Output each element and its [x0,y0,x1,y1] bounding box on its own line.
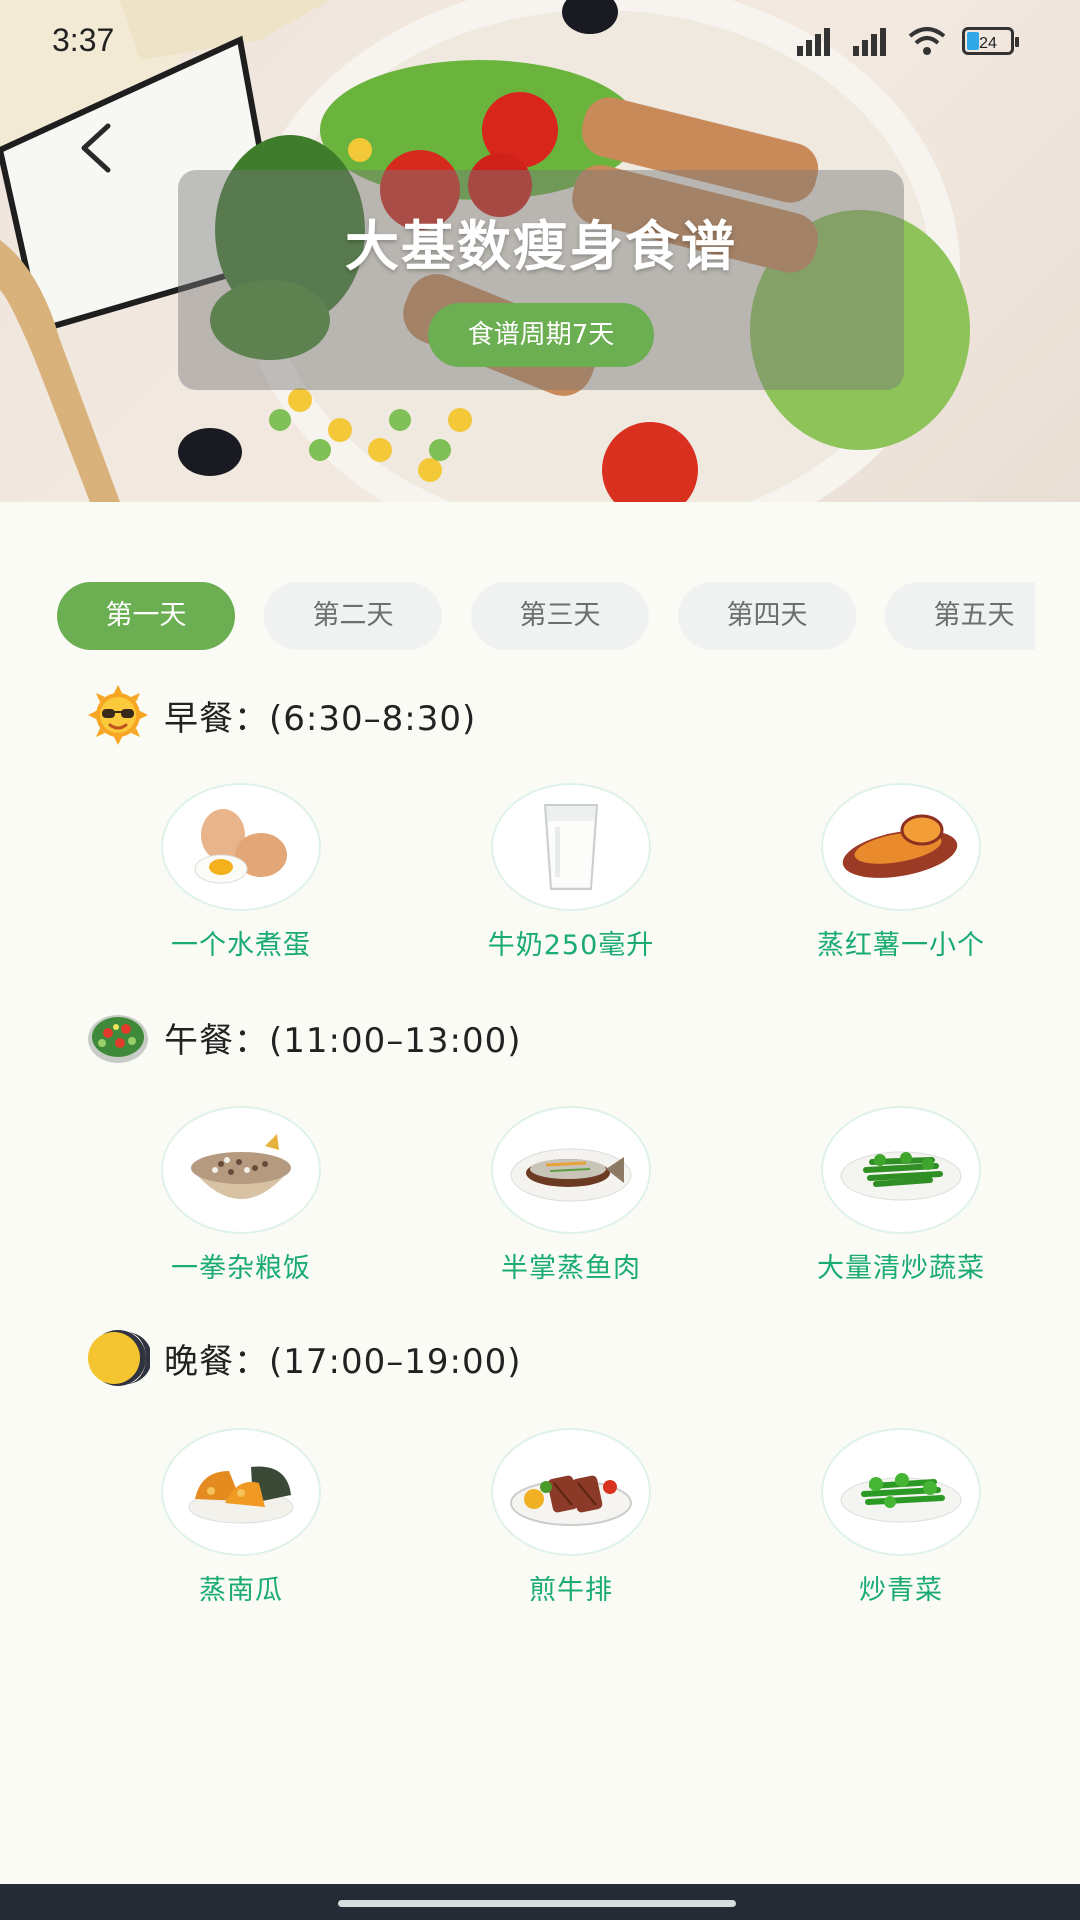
food-label: 蒸南瓜 [199,1575,283,1606]
battery-level: 24 [979,35,997,52]
wifi-icon [908,27,946,55]
back-arrow-icon[interactable] [70,120,126,176]
food-label: 一个水煮蛋 [171,930,311,961]
food-item[interactable]: 牛奶250毫升 [441,783,701,962]
food-image [161,1428,321,1556]
food-label: 蒸红薯一小个 [817,930,985,961]
food-label: 半掌蒸鱼肉 [501,1253,641,1284]
page-title: 大基数瘦身食谱 [345,215,737,278]
moon-icon [88,1330,150,1386]
tab-day-5[interactable]: 第五天 [885,582,1035,650]
food-label: 煎牛排 [529,1575,613,1606]
tab-day-1[interactable]: 第一天 [57,582,235,650]
food-item[interactable]: 炒青菜 [771,1428,1031,1607]
meal-header-lunch: 午餐：(11:00–13:00) [86,1005,522,1069]
steamed-fish-icon [510,1148,632,1202]
food-item[interactable]: 煎牛排 [441,1428,701,1607]
food-image [161,783,321,911]
meal-title-lunch: 午餐：(11:00–13:00) [164,1020,522,1061]
steamed-pumpkin-icon [188,1466,294,1524]
home-indicator[interactable] [338,1900,736,1907]
meal-title-dinner: 晚餐：(17:00–19:00) [164,1341,522,1382]
battery-icon: 24 [962,27,1019,55]
food-image [821,783,981,911]
food-label: 一拳杂粮饭 [171,1253,311,1284]
status-time: 3:37 [52,22,115,58]
food-item[interactable]: 蒸南瓜 [111,1428,371,1607]
meal-title-breakfast: 早餐：(6:30–8:30) [164,698,477,739]
food-image [821,1428,981,1556]
food-label: 大量清炒蔬菜 [817,1253,985,1284]
food-label: 牛奶250毫升 [487,930,655,961]
food-image [491,1106,651,1234]
meal-header-breakfast: 早餐：(6:30–8:30) [86,683,476,747]
meal-header-dinner: 晚餐：(17:00–19:00) [86,1326,522,1390]
boiled-egg-icon [194,809,287,884]
food-item[interactable]: 半掌蒸鱼肉 [441,1106,701,1285]
milk-glass-icon [543,804,599,890]
sweet-potato-icon [842,814,958,878]
day-tabs: 第一天 第二天 第三天 第四天 第五天 [57,582,1035,652]
signal-icon [797,28,830,56]
food-image [491,1428,651,1556]
tab-day-3[interactable]: 第三天 [471,582,649,650]
food-item[interactable]: 蒸红薯一小个 [771,783,1031,962]
salad-bowl-icon [88,1015,148,1063]
steak-icon [510,1475,632,1526]
hero-banner: 3:37 24 大基数瘦身食谱 食谱周期7天 [0,0,1080,502]
recipe-period-badge: 食谱周期7天 [427,303,655,367]
food-item[interactable]: 一个水煮蛋 [111,783,371,962]
food-item[interactable]: 大量清炒蔬菜 [771,1106,1031,1285]
tab-day-2[interactable]: 第二天 [264,582,442,650]
food-image [161,1106,321,1234]
signal-icon [853,28,886,56]
status-icons: 24 [794,24,1019,58]
tab-day-4[interactable]: 第四天 [678,582,856,650]
food-image [821,1106,981,1234]
food-label: 炒青菜 [859,1575,943,1606]
grain-rice-icon [191,1134,291,1199]
sun-sunglasses-icon [88,685,148,745]
status-bar: 3:37 24 [0,0,1080,84]
stir-fried-greens-icon [840,1151,962,1201]
food-image [491,783,651,911]
title-card: 大基数瘦身食谱 食谱周期7天 [178,170,904,390]
green-vegetables-icon [840,1473,962,1523]
food-item[interactable]: 一拳杂粮饭 [111,1106,371,1285]
